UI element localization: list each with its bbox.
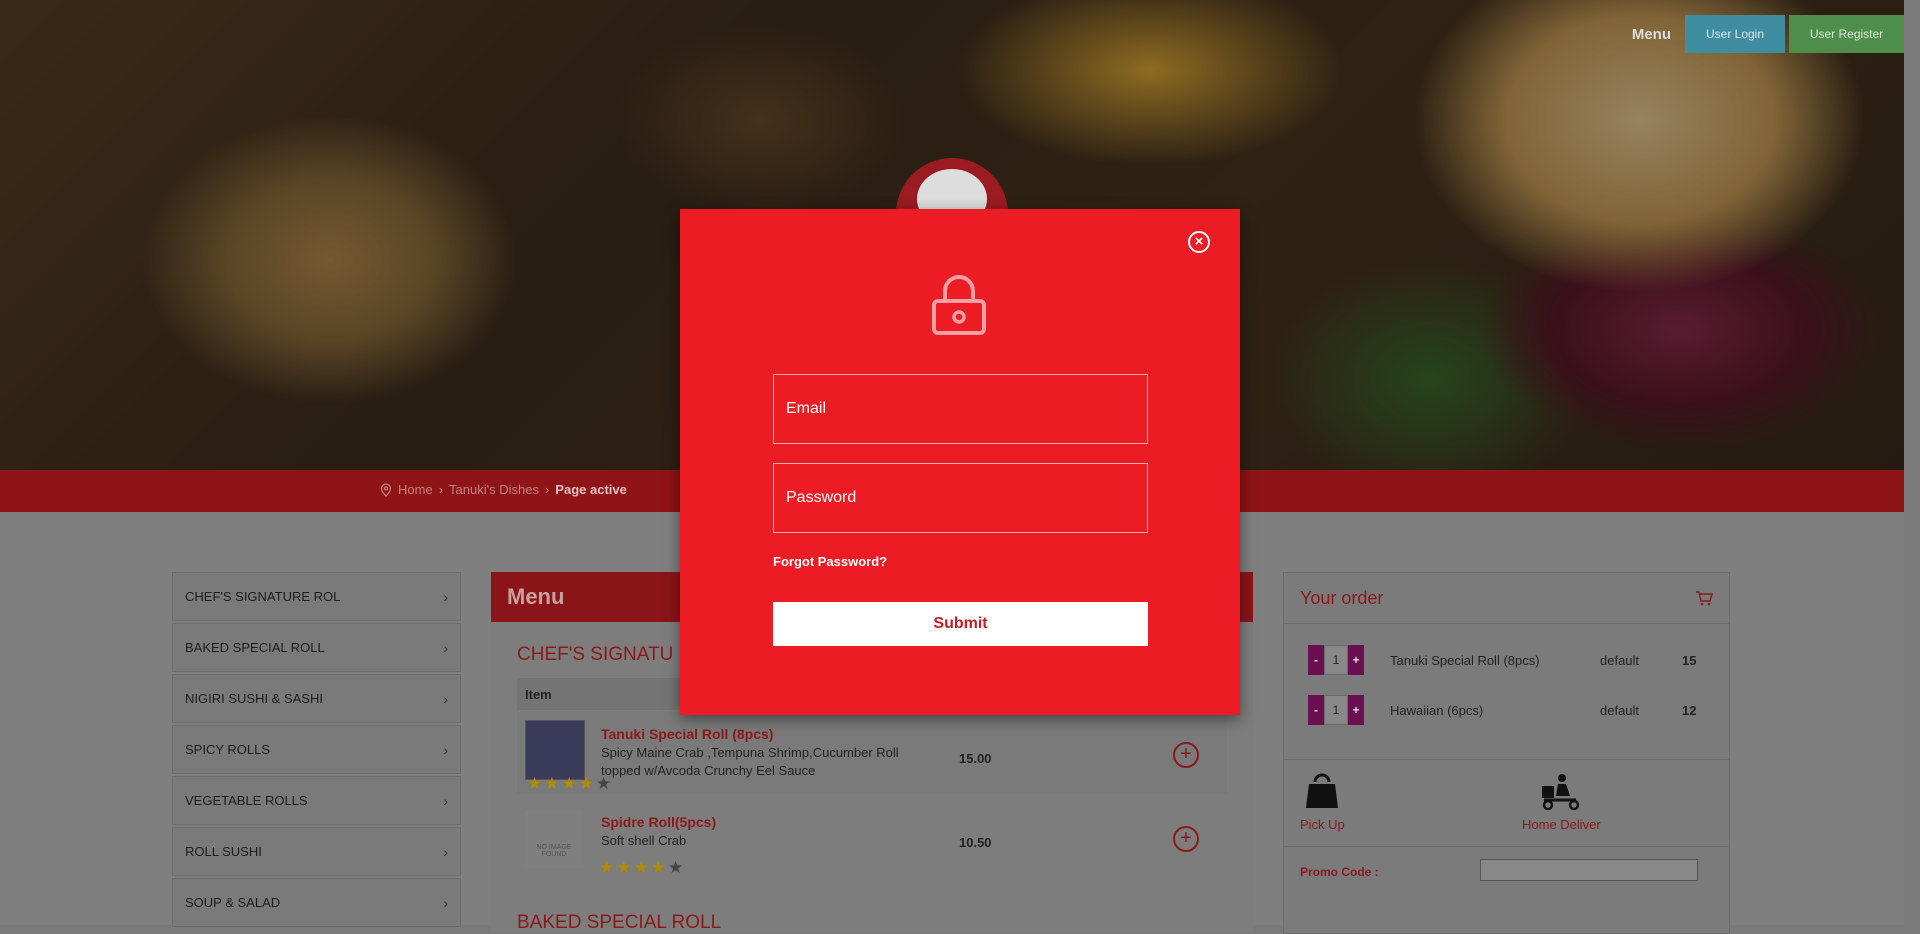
user-login-button[interactable]: User Login: [1685, 15, 1785, 53]
increment-button[interactable]: +: [1348, 645, 1364, 675]
decrement-button[interactable]: -: [1308, 645, 1324, 675]
menu-row: Tanuki Special Roll (8pcs) Spicy Maine C…: [517, 712, 1227, 794]
top-nav: Menu User Login User Register: [1632, 15, 1904, 53]
dish-price: 10.50: [959, 835, 992, 850]
order-item-name: Tanuki Special Roll (8pcs): [1390, 652, 1540, 668]
star-empty-icon: ★: [667, 858, 686, 877]
cart-icon[interactable]: [1695, 590, 1713, 606]
breadcrumb-section[interactable]: Tanuki's Dishes: [449, 482, 539, 497]
dish-name[interactable]: Spidre Roll(5pcs): [601, 814, 716, 830]
submit-button[interactable]: Submit: [773, 602, 1148, 646]
sidebar-item-nigiri[interactable]: NIGIRI SUSHI & SASHI ›: [172, 674, 461, 723]
order-header: Your order: [1284, 573, 1729, 624]
chevron-right-icon: ›: [443, 741, 448, 758]
delivery-options: Pick Up Home Deliver: [1284, 759, 1729, 847]
email-field[interactable]: Email: [773, 374, 1148, 444]
breadcrumb-separator: ›: [544, 482, 550, 497]
order-item-name: Hawaiian (6pcs): [1390, 702, 1484, 718]
forgot-password-link[interactable]: Forgot Password?: [773, 554, 887, 569]
sidebar-item-label: ROLL SUSHI: [185, 844, 262, 859]
star-icon: ★★★★: [527, 774, 596, 793]
chevron-right-icon: ›: [443, 639, 448, 656]
sidebar-item-soup-salad[interactable]: SOUP & SALAD ›: [172, 878, 461, 927]
sidebar-item-roll-sushi[interactable]: ROLL SUSHI ›: [172, 827, 461, 876]
no-image-placeholder: NO IMAGE FOUND: [525, 810, 583, 868]
dish-name[interactable]: Tanuki Special Roll (8pcs): [601, 726, 773, 742]
delivery-label: Home Deliver: [1522, 817, 1601, 832]
nav-menu-link[interactable]: Menu: [1632, 26, 1671, 43]
order-item: - 1 + Hawaiian (6pcs) default 12: [1308, 695, 1696, 725]
order-item: - 1 + Tanuki Special Roll (8pcs) default…: [1308, 645, 1696, 675]
category-sidebar: CHEF'S SIGNATURE ROL › BAKED SPECIAL ROLL…: [172, 572, 461, 929]
menu-row: NO IMAGE FOUND Spidre Roll(5pcs) Soft sh…: [517, 802, 1227, 892]
quantity-stepper: - 1 +: [1308, 645, 1364, 675]
category-title: CHEF'S SIGNATU: [517, 644, 674, 665]
breadcrumb-separator: ›: [438, 482, 444, 497]
order-panel: Your order - 1 + Tanuki Special Roll (8p…: [1283, 572, 1730, 934]
login-modal: × Email Password Forgot Password? Submit: [680, 209, 1240, 715]
breadcrumb-home[interactable]: Home: [398, 482, 433, 497]
order-item-variant: default: [1600, 702, 1640, 718]
decrement-button[interactable]: -: [1308, 695, 1324, 725]
chevron-right-icon: ›: [443, 894, 448, 911]
star-rating: ★★★★★: [527, 774, 613, 794]
sidebar-item-label: SOUP & SALAD: [185, 895, 281, 910]
sidebar-item-spicy-rolls[interactable]: SPICY ROLLS ›: [172, 725, 461, 774]
sidebar-item-baked-special[interactable]: BAKED SPECIAL ROLL ›: [172, 623, 461, 672]
chevron-right-icon: ›: [443, 588, 448, 605]
delivery-option[interactable]: Home Deliver: [1522, 772, 1601, 832]
location-pin-icon: [380, 482, 392, 497]
star-rating: ★★★★★: [599, 858, 685, 878]
order-title: Your order: [1300, 587, 1384, 608]
sidebar-item-label: SPICY ROLLS: [185, 742, 271, 757]
order-item-variant: default: [1600, 652, 1640, 668]
star-empty-icon: ★: [595, 774, 614, 793]
chevron-right-icon: ›: [443, 690, 448, 707]
user-register-button[interactable]: User Register: [1789, 15, 1904, 53]
order-item-amount: 15: [1682, 652, 1697, 668]
breadcrumb-current: Page active: [555, 482, 627, 497]
increment-button[interactable]: +: [1348, 695, 1364, 725]
quantity-stepper: - 1 +: [1308, 695, 1364, 725]
dish-price: 15.00: [959, 751, 992, 766]
add-circle-icon[interactable]: +: [1173, 742, 1199, 768]
lock-icon: [932, 275, 986, 335]
sidebar-item-label: CHEF'S SIGNATURE ROL: [185, 589, 341, 604]
promo-code-input[interactable]: [1480, 859, 1698, 881]
promo-label: Promo Code :: [1300, 865, 1379, 879]
pickup-option[interactable]: Pick Up: [1300, 772, 1345, 832]
dish-description: Spicy Maine Crab ,Tempuna Shrimp,Cucumbe…: [601, 745, 899, 778]
chevron-right-icon: ›: [443, 792, 448, 809]
quantity-value[interactable]: 1: [1324, 645, 1348, 675]
scooter-icon: [1542, 774, 1580, 811]
add-circle-icon[interactable]: +: [1173, 826, 1199, 852]
pickup-label: Pick Up: [1300, 817, 1345, 832]
chevron-right-icon: ›: [443, 843, 448, 860]
password-field[interactable]: Password: [773, 463, 1148, 533]
breadcrumb: Home › Tanuki's Dishes › Page active: [380, 482, 627, 497]
order-item-amount: 12: [1682, 702, 1697, 718]
dish-description: Soft shell Crab: [601, 833, 687, 848]
close-circle-icon[interactable]: ×: [1188, 231, 1210, 253]
column-item: Item: [525, 686, 552, 702]
star-icon: ★★★★: [599, 858, 668, 877]
sidebar-item-vegetable-rolls[interactable]: VEGETABLE ROLLS ›: [172, 776, 461, 825]
quantity-value[interactable]: 1: [1324, 695, 1348, 725]
category-title: BAKED SPECIAL ROLL: [517, 912, 722, 933]
sidebar-item-label: VEGETABLE ROLLS: [185, 793, 308, 808]
dish-image: [525, 720, 585, 780]
bag-icon: [1306, 773, 1339, 808]
sidebar-item-label: BAKED SPECIAL ROLL: [185, 640, 325, 655]
sidebar-item-label: NIGIRI SUSHI & SASHI: [185, 691, 323, 706]
sidebar-item-chefs-signature[interactable]: CHEF'S SIGNATURE ROL ›: [172, 572, 461, 621]
